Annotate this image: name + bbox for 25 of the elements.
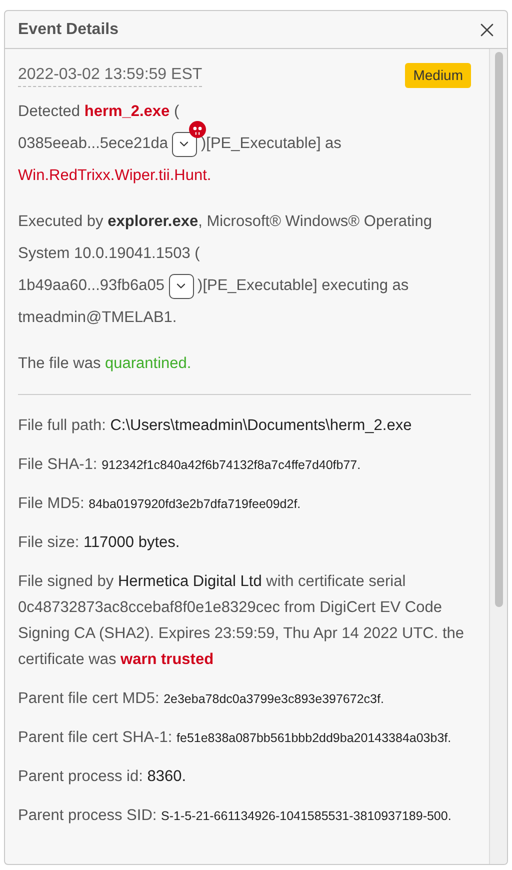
hash-dropdown-button[interactable] <box>168 274 194 298</box>
detail-text: File size: 117000 bytes. <box>18 533 181 553</box>
detection-text: Detected herm_2.exe ( <box>18 102 180 122</box>
detection-detail-text: )[PE_Executable] as <box>200 134 342 154</box>
panel-title: Event Details <box>18 20 118 40</box>
severity-badge: Medium <box>405 63 471 88</box>
hash-dropdown-button[interactable] <box>172 132 197 156</box>
detail-text: File SHA-1: 912342f1c840a42f6b74132f8a7c4ffe7d40fb77. <box>18 455 362 475</box>
scrollbar-thumb[interactable] <box>494 52 502 607</box>
detail-text: File full path: C:\Users\tmeadmin\Documents\herm_2.exe <box>18 416 413 436</box>
detail-text: Parent process SID: S-1-5-21-661134926-1041585531-3810937189-500. <box>18 806 452 826</box>
detection-detail-text: Win.RedTrixx.Wiper.tii.Hunt. <box>18 166 212 186</box>
hash-text: 0385eeab...5ece21da <box>18 134 168 154</box>
event-timestamp: 2022-03-02 13:59:59 EST <box>18 64 202 87</box>
detail-text: Parent file cert SHA-1: fe51e838a087bb561bbb2dd9ba20143384a03b3f. <box>18 728 452 748</box>
detection-detail-text: tmeadmin@TMELAB1. <box>18 308 178 328</box>
detail-text: File signed by Hermetica Digital Ltd with certificate serial 0c48732873ac8ccebaf8f0e1e8329cec from DigiCert EV Code Signing CA (SHA2). Expires 23:59:59, Thu Apr 14 2022 UTC. the certificate was warn trusted <box>18 572 466 670</box>
status-text: The file was quarantined. <box>18 354 192 374</box>
detail-text: File MD5: 84ba0197920fd3e2b7dfa719fee09d2f. <box>18 494 302 514</box>
hash-text: 1b49aa60...93fb6a05 <box>18 276 165 296</box>
skull-icon <box>188 120 206 138</box>
detail-text: Parent process id: 8360. <box>18 767 188 787</box>
detection-text: Executed by explorer.exe, Microsoft® Windows® Operating System 10.0.19041.1503 ( <box>18 212 433 264</box>
detail-text: Parent file cert MD5: 2e3eba78dc0a3799e3c893e397672c3f. <box>18 689 385 709</box>
detection-detail-text: )[PE_Executable] executing as <box>198 276 409 296</box>
